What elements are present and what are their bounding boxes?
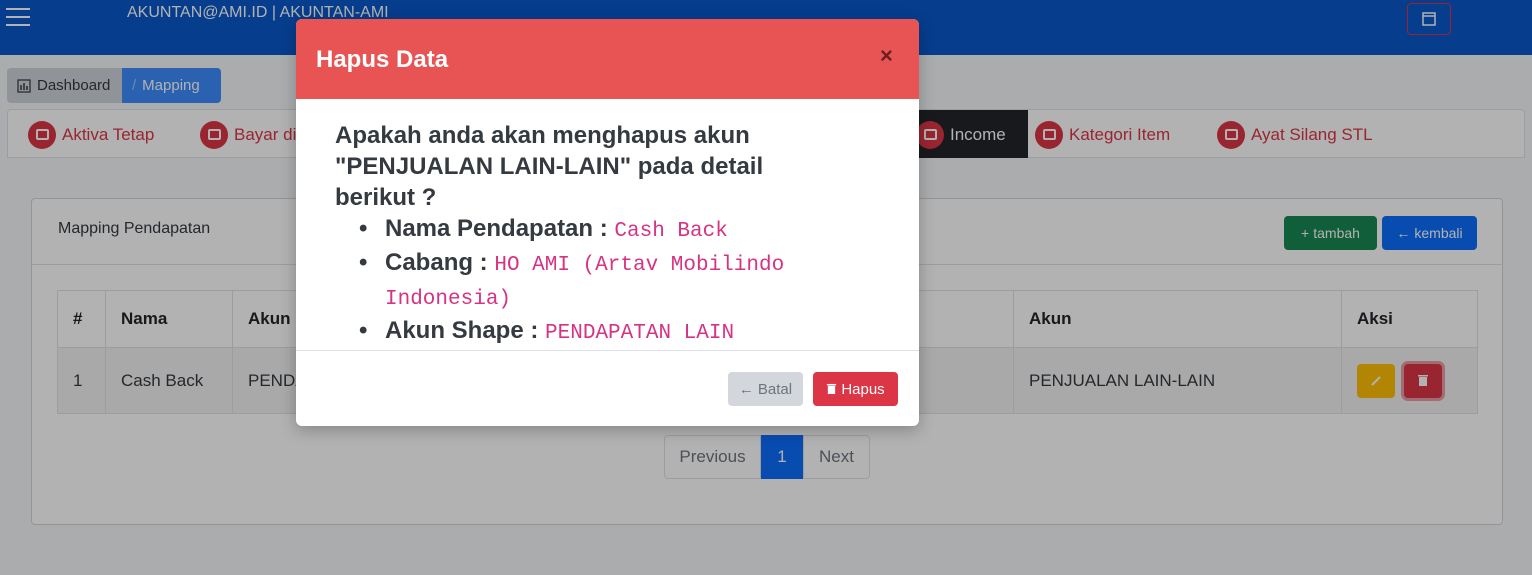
modal-footer: ← Batal Hapus [296, 350, 919, 426]
detail-item: Akun Shape : PENDAPATAN LAIN [335, 315, 805, 349]
detail-value: Cash Back [614, 220, 728, 243]
detail-label: Cabang : [385, 249, 488, 276]
cancel-button-label: Batal [757, 380, 793, 398]
detail-list: Nama Pendapatan : Cash Back Cabang : HO … [335, 213, 805, 349]
cancel-button[interactable]: ← Batal [728, 372, 803, 406]
confirm-delete-label: Hapus [841, 380, 885, 398]
trash-icon [827, 383, 837, 395]
modal-title: Hapus Data [316, 46, 449, 73]
arrow-left-icon: ← [738, 380, 754, 398]
detail-item: Cabang : HO AMI (Artav Mobilindo Indones… [335, 247, 805, 315]
detail-item: Nama Pendapatan : Cash Back [335, 213, 805, 247]
detail-label: Akun Shape : [385, 317, 539, 344]
modal-header: Hapus Data × [296, 19, 919, 99]
modal-message: Apakah anda akan menghapus akun "PENJUAL… [335, 120, 805, 349]
confirm-text: Apakah anda akan menghapus akun "PENJUAL… [335, 122, 764, 211]
detail-label: Nama Pendapatan : [385, 215, 608, 242]
modal-body: Apakah anda akan menghapus akun "PENJUAL… [296, 99, 919, 350]
delete-modal: Hapus Data × Apakah anda akan menghapus … [296, 19, 919, 426]
detail-value: PENDAPATAN LAIN [545, 322, 735, 345]
confirm-delete-button[interactable]: Hapus [813, 372, 898, 406]
close-icon[interactable]: × [880, 43, 893, 69]
